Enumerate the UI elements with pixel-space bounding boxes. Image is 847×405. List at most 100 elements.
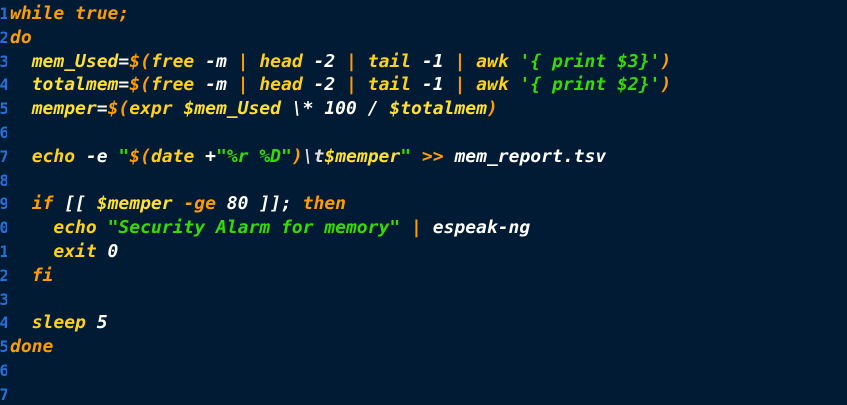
line-number: 0 — [0, 218, 7, 238]
code-token: + — [194, 145, 216, 167]
code-token: = — [118, 50, 130, 72]
code-token: ) — [291, 145, 303, 167]
code-token: $( — [107, 98, 130, 120]
code-token: free — [150, 74, 195, 96]
code-line[interactable]: do — [10, 26, 847, 50]
line-number: 5 — [0, 337, 7, 357]
code-line[interactable]: exit 0 — [10, 240, 847, 264]
code-line[interactable]: while true; — [10, 2, 847, 26]
code-token: head — [259, 74, 303, 96]
line-number: 7 — [0, 384, 7, 404]
code-token: true — [75, 3, 119, 24]
code-token: -e — [75, 145, 119, 167]
code-token: tail — [367, 50, 412, 72]
code-line[interactable]: fi — [10, 264, 847, 288]
code-token: ; — [118, 3, 130, 24]
code-token: echo — [53, 217, 97, 239]
code-token: awk — [476, 74, 509, 96]
code-token: \* 100 / — [281, 98, 390, 120]
code-token: echo — [31, 145, 76, 167]
code-editor[interactable]: 12345678901234567 while true; do mem_Used… — [0, 0, 847, 405]
code-token: -m — [194, 74, 238, 96]
code-token: while — [10, 3, 65, 24]
line-number-gutter: 1 2 3 4 5 6 7 8 9 0 1 2 3 4 5 6 7 — [0, 0, 7, 405]
code-token: = — [118, 74, 130, 96]
code-token: | — [454, 74, 466, 96]
code-token: $( — [129, 50, 151, 72]
code-token: $( — [129, 145, 151, 167]
code-line[interactable] — [10, 121, 847, 145]
code-token: -2 — [302, 50, 347, 72]
code-line[interactable] — [10, 169, 847, 193]
line-number: 7 — [0, 146, 7, 166]
line-number: 4 — [0, 313, 7, 333]
code-line[interactable]: done — [10, 335, 847, 359]
code-token: done — [10, 336, 54, 358]
code-line[interactable]: memper=$(expr $mem_Used \* 100 / $totalm… — [10, 97, 847, 121]
code-token: -1 — [411, 74, 455, 96]
code-token: 5 — [85, 312, 108, 334]
code-line[interactable]: totalmem=$(free -m | head -2 | tail -1 |… — [10, 73, 847, 97]
line-number: 1 — [0, 242, 7, 261]
code-token: free — [150, 50, 195, 72]
code-token: fi — [31, 264, 54, 286]
code-token: exit — [53, 240, 97, 262]
code-line[interactable]: mem_Used=$(free -m | head -2 | tail -1 |… — [10, 50, 847, 74]
code-token: -2 — [302, 74, 347, 96]
code-line[interactable]: echo -e "$(date +"%r %D")\t$memper" >> m… — [10, 145, 847, 169]
code-token: = — [96, 98, 108, 120]
code-token: expr — [129, 98, 173, 120]
code-token: " — [400, 145, 412, 167]
line-number: 8 — [0, 170, 7, 190]
code-token: '{ print $2}' — [519, 74, 661, 96]
code-token: 80 ]]; — [215, 193, 303, 215]
code-line[interactable]: echo "Security Alarm for memory" | espea… — [10, 216, 847, 240]
code-token: "%r %D" — [215, 145, 292, 167]
code-token: \t — [302, 145, 325, 167]
code-token: sleep — [31, 312, 86, 334]
code-token: mem_report.tsv — [443, 145, 607, 167]
code-token: | — [346, 74, 357, 96]
code-token: espeak-ng — [421, 217, 531, 239]
code-token: -m — [194, 50, 238, 72]
code-line[interactable]: sleep 5 — [10, 311, 847, 335]
code-token: awk — [476, 50, 509, 72]
code-token: '{ print $3}' — [519, 50, 661, 72]
code-line[interactable] — [10, 383, 847, 405]
code-area[interactable]: while true; do mem_Used=$(free -m | head … — [10, 2, 847, 405]
code-token: >> — [421, 145, 444, 167]
code-token: | — [454, 50, 466, 72]
code-token: | — [237, 50, 249, 72]
code-line[interactable] — [10, 288, 847, 312]
code-token: $( — [129, 74, 151, 96]
code-token: date — [150, 145, 195, 167]
code-token: then — [302, 193, 347, 215]
code-line[interactable] — [10, 359, 847, 383]
code-token: -ge — [183, 193, 216, 215]
code-token: $memper — [96, 193, 173, 215]
line-number: 9 — [0, 194, 7, 214]
line-number: 3 — [0, 289, 7, 309]
code-token: do — [10, 26, 32, 48]
code-token: ) — [660, 50, 672, 72]
code-line[interactable]: if [[ $memper -ge 80 ]]; then — [10, 192, 847, 216]
code-token: ) — [486, 98, 498, 120]
line-number: 6 — [0, 123, 7, 142]
line-number: 1 — [0, 4, 7, 23]
